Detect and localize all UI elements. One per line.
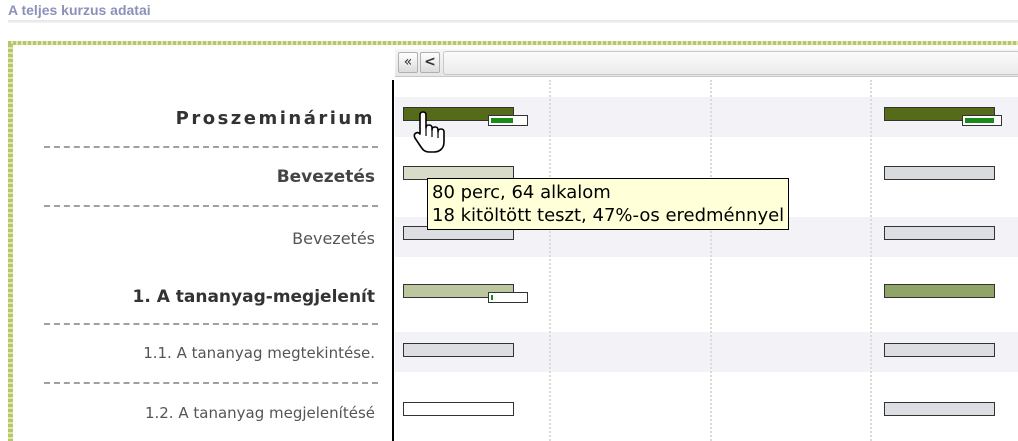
grid-line (549, 80, 551, 441)
timeline-nav-bar: « < (395, 49, 1018, 77)
tooltip-time-line: 80 perc, 64 alkalom (432, 182, 611, 203)
row-label-module-1-1[interactable]: 1.1. A tananyag megtekintése. (143, 344, 375, 362)
previous-page-button[interactable]: < (420, 52, 440, 73)
row-label-module-1[interactable]: 1. A tananyag-megjelenít (132, 287, 375, 307)
panel-left-border (8, 44, 13, 441)
hand-pointer-icon (413, 111, 445, 153)
activity-bar-r3-c0[interactable] (403, 284, 528, 303)
result-indicator (962, 115, 1002, 126)
row-label-module-1-2[interactable]: 1.2. A tananyag megjelenítésé (145, 404, 375, 422)
grid-line (870, 80, 872, 441)
row-separator (44, 382, 378, 384)
activity-bar-r5-c3[interactable] (884, 402, 995, 416)
row-label-bevezetes-item[interactable]: Bevezetés (292, 229, 375, 248)
result-fill (491, 295, 493, 300)
activity-bar-r2-c3[interactable] (884, 226, 995, 240)
activity-bar-r4-c0[interactable] (403, 343, 514, 357)
grid-line (710, 80, 712, 441)
row-label-proszeminarium[interactable]: Proszeminárium (176, 108, 375, 129)
row-separator (44, 323, 378, 325)
activity-bar-r3-c3[interactable] (884, 284, 995, 298)
result-fill (965, 118, 994, 123)
result-indicator (488, 292, 528, 303)
activity-bar-r0-c3[interactable] (884, 107, 1002, 126)
activity-bar-r1-c3[interactable] (884, 166, 995, 180)
result-indicator (488, 115, 528, 126)
label-axis-line (392, 80, 394, 441)
title-rule (8, 20, 1018, 23)
tooltip-test-line: 18 kitöltött teszt, 47%-os eredménnyel (432, 205, 785, 226)
result-fill (491, 118, 513, 123)
row-separator (44, 205, 378, 207)
row-label-bevezetes-section[interactable]: Bevezetés (277, 167, 375, 187)
panel-top-border (8, 41, 1018, 45)
activity-tooltip: 80 perc, 64 alkalom 18 kitöltött teszt, … (427, 178, 790, 230)
page-title: A teljes kurzus adatai (8, 2, 151, 18)
timeline-scrollbar[interactable] (443, 51, 1018, 75)
activity-bar-r4-c3[interactable] (884, 343, 995, 357)
first-page-button[interactable]: « (398, 52, 418, 73)
activity-bar-r5-c0[interactable] (403, 402, 514, 416)
row-separator (44, 146, 378, 148)
